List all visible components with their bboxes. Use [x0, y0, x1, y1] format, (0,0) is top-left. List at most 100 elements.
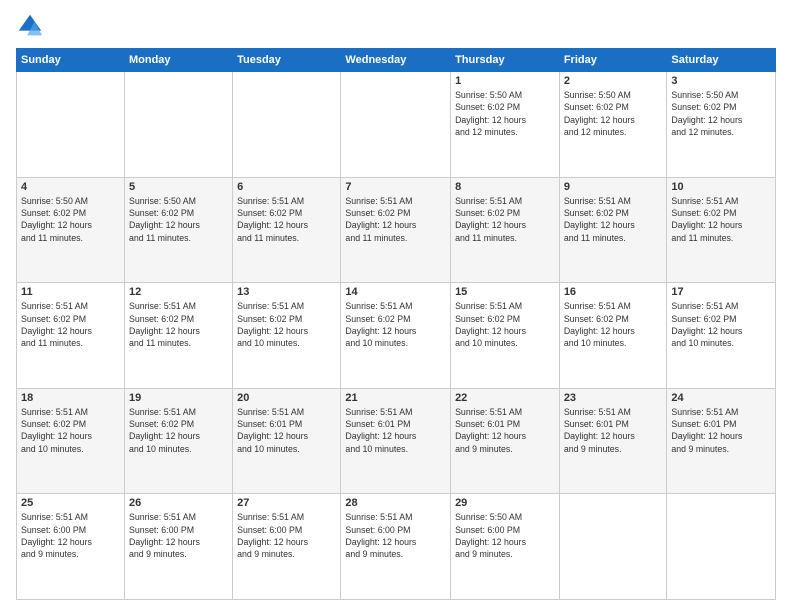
week-row-2: 4 Sunrise: 5:50 AM Sunset: 6:02 PM Daylig…	[17, 177, 776, 283]
day-number: 21	[345, 392, 446, 404]
day-number: 25	[21, 497, 120, 509]
calendar-table: SundayMondayTuesdayWednesdayThursdayFrid…	[16, 48, 776, 600]
day-cell: 4 Sunrise: 5:50 AM Sunset: 6:02 PM Daylig…	[17, 177, 125, 283]
day-info: Sunrise: 5:51 AM Sunset: 6:02 PM Dayligh…	[237, 300, 336, 349]
day-cell: 24 Sunrise: 5:51 AM Sunset: 6:01 PM Dayli…	[667, 388, 776, 494]
week-row-5: 25 Sunrise: 5:51 AM Sunset: 6:00 PM Dayli…	[17, 494, 776, 600]
week-row-1: 1 Sunrise: 5:50 AM Sunset: 6:02 PM Daylig…	[17, 72, 776, 178]
day-info: Sunrise: 5:50 AM Sunset: 6:02 PM Dayligh…	[129, 195, 228, 244]
day-number: 28	[345, 497, 446, 509]
day-number: 1	[455, 75, 555, 87]
weekday-saturday: Saturday	[667, 49, 776, 72]
day-number: 2	[564, 75, 663, 87]
day-info: Sunrise: 5:51 AM Sunset: 6:01 PM Dayligh…	[237, 406, 336, 455]
day-cell: 7 Sunrise: 5:51 AM Sunset: 6:02 PM Daylig…	[341, 177, 451, 283]
logo-icon	[16, 12, 44, 40]
day-cell: 18 Sunrise: 5:51 AM Sunset: 6:02 PM Dayli…	[17, 388, 125, 494]
day-cell: 23 Sunrise: 5:51 AM Sunset: 6:01 PM Dayli…	[559, 388, 667, 494]
weekday-wednesday: Wednesday	[341, 49, 451, 72]
day-number: 9	[564, 181, 663, 193]
day-info: Sunrise: 5:51 AM Sunset: 6:02 PM Dayligh…	[564, 195, 663, 244]
day-info: Sunrise: 5:50 AM Sunset: 6:00 PM Dayligh…	[455, 511, 555, 560]
day-number: 16	[564, 286, 663, 298]
day-number: 17	[671, 286, 771, 298]
day-info: Sunrise: 5:51 AM Sunset: 6:01 PM Dayligh…	[564, 406, 663, 455]
day-info: Sunrise: 5:51 AM Sunset: 6:02 PM Dayligh…	[455, 300, 555, 349]
day-cell: 1 Sunrise: 5:50 AM Sunset: 6:02 PM Daylig…	[451, 72, 560, 178]
day-number: 5	[129, 181, 228, 193]
day-info: Sunrise: 5:51 AM Sunset: 6:02 PM Dayligh…	[671, 195, 771, 244]
day-info: Sunrise: 5:51 AM Sunset: 6:02 PM Dayligh…	[237, 195, 336, 244]
day-number: 18	[21, 392, 120, 404]
weekday-header-row: SundayMondayTuesdayWednesdayThursdayFrid…	[17, 49, 776, 72]
day-info: Sunrise: 5:51 AM Sunset: 6:02 PM Dayligh…	[21, 406, 120, 455]
day-number: 14	[345, 286, 446, 298]
day-cell	[233, 72, 341, 178]
day-cell: 12Sunrise: 5:51 AM Sunset: 6:02 PM Dayli…	[124, 283, 232, 389]
day-info: Sunrise: 5:51 AM Sunset: 6:01 PM Dayligh…	[345, 406, 446, 455]
day-cell: 21 Sunrise: 5:51 AM Sunset: 6:01 PM Dayli…	[341, 388, 451, 494]
day-number: 7	[345, 181, 446, 193]
day-cell: 20 Sunrise: 5:51 AM Sunset: 6:01 PM Dayli…	[233, 388, 341, 494]
day-cell: 27Sunrise: 5:51 AM Sunset: 6:00 PM Dayli…	[233, 494, 341, 600]
day-number: 29	[455, 497, 555, 509]
day-number: 19	[129, 392, 228, 404]
header	[16, 12, 776, 40]
day-number: 4	[21, 181, 120, 193]
day-cell	[341, 72, 451, 178]
day-info: Sunrise: 5:51 AM Sunset: 6:02 PM Dayligh…	[129, 406, 228, 455]
day-info: Sunrise: 5:51 AM Sunset: 6:02 PM Dayligh…	[455, 195, 555, 244]
day-number: 12	[129, 286, 228, 298]
day-cell: 5 Sunrise: 5:50 AM Sunset: 6:02 PM Daylig…	[124, 177, 232, 283]
day-number: 10	[671, 181, 771, 193]
day-number: 15	[455, 286, 555, 298]
day-number: 6	[237, 181, 336, 193]
weekday-tuesday: Tuesday	[233, 49, 341, 72]
weekday-friday: Friday	[559, 49, 667, 72]
day-info: Sunrise: 5:51 AM Sunset: 6:02 PM Dayligh…	[564, 300, 663, 349]
day-cell: 25 Sunrise: 5:51 AM Sunset: 6:00 PM Dayli…	[17, 494, 125, 600]
day-cell: 15 Sunrise: 5:51 AM Sunset: 6:02 PM Dayli…	[451, 283, 560, 389]
day-cell: 16 Sunrise: 5:51 AM Sunset: 6:02 PM Dayli…	[559, 283, 667, 389]
day-cell: 6 Sunrise: 5:51 AM Sunset: 6:02 PM Daylig…	[233, 177, 341, 283]
day-info: Sunrise: 5:51 AM Sunset: 6:00 PM Dayligh…	[129, 511, 228, 560]
day-cell	[559, 494, 667, 600]
day-cell	[667, 494, 776, 600]
day-cell: 10 Sunrise: 5:51 AM Sunset: 6:02 PM Dayli…	[667, 177, 776, 283]
day-info: Sunrise: 5:50 AM Sunset: 6:02 PM Dayligh…	[671, 89, 771, 138]
day-number: 23	[564, 392, 663, 404]
day-cell: 2 Sunrise: 5:50 AM Sunset: 6:02 PM Daylig…	[559, 72, 667, 178]
day-info: Sunrise: 5:51 AM Sunset: 6:01 PM Dayligh…	[671, 406, 771, 455]
day-number: 26	[129, 497, 228, 509]
weekday-sunday: Sunday	[17, 49, 125, 72]
day-cell: 17Sunrise: 5:51 AM Sunset: 6:02 PM Dayli…	[667, 283, 776, 389]
day-cell: 3 Sunrise: 5:50 AM Sunset: 6:02 PM Daylig…	[667, 72, 776, 178]
day-number: 3	[671, 75, 771, 87]
day-info: Sunrise: 5:50 AM Sunset: 6:02 PM Dayligh…	[21, 195, 120, 244]
day-info: Sunrise: 5:51 AM Sunset: 6:02 PM Dayligh…	[21, 300, 120, 349]
weekday-thursday: Thursday	[451, 49, 560, 72]
day-info: Sunrise: 5:51 AM Sunset: 6:02 PM Dayligh…	[345, 195, 446, 244]
day-info: Sunrise: 5:51 AM Sunset: 6:02 PM Dayligh…	[345, 300, 446, 349]
day-cell	[124, 72, 232, 178]
day-cell: 8 Sunrise: 5:51 AM Sunset: 6:02 PM Daylig…	[451, 177, 560, 283]
day-info: Sunrise: 5:51 AM Sunset: 6:00 PM Dayligh…	[21, 511, 120, 560]
day-info: Sunrise: 5:51 AM Sunset: 6:00 PM Dayligh…	[237, 511, 336, 560]
day-info: Sunrise: 5:50 AM Sunset: 6:02 PM Dayligh…	[455, 89, 555, 138]
day-cell: 28 Sunrise: 5:51 AM Sunset: 6:00 PM Dayli…	[341, 494, 451, 600]
day-number: 20	[237, 392, 336, 404]
day-cell: 9 Sunrise: 5:51 AM Sunset: 6:02 PM Daylig…	[559, 177, 667, 283]
day-cell: 22Sunrise: 5:51 AM Sunset: 6:01 PM Dayli…	[451, 388, 560, 494]
weekday-monday: Monday	[124, 49, 232, 72]
day-cell: 13Sunrise: 5:51 AM Sunset: 6:02 PM Dayli…	[233, 283, 341, 389]
day-cell: 14 Sunrise: 5:51 AM Sunset: 6:02 PM Dayli…	[341, 283, 451, 389]
day-cell: 29 Sunrise: 5:50 AM Sunset: 6:00 PM Dayli…	[451, 494, 560, 600]
week-row-4: 18 Sunrise: 5:51 AM Sunset: 6:02 PM Dayli…	[17, 388, 776, 494]
day-info: Sunrise: 5:50 AM Sunset: 6:02 PM Dayligh…	[564, 89, 663, 138]
day-info: Sunrise: 5:51 AM Sunset: 6:00 PM Dayligh…	[345, 511, 446, 560]
day-number: 8	[455, 181, 555, 193]
week-row-3: 11Sunrise: 5:51 AM Sunset: 6:02 PM Dayli…	[17, 283, 776, 389]
day-number: 24	[671, 392, 771, 404]
day-info: Sunrise: 5:51 AM Sunset: 6:01 PM Dayligh…	[455, 406, 555, 455]
day-cell: 19 Sunrise: 5:51 AM Sunset: 6:02 PM Dayli…	[124, 388, 232, 494]
